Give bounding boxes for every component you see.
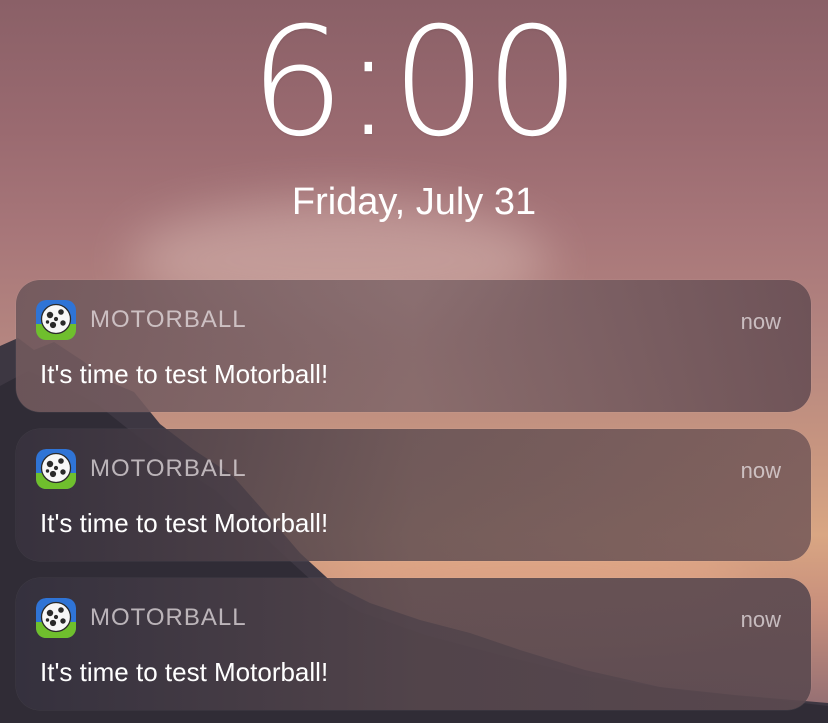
lock-screen-date: Friday, July 31: [291, 181, 537, 223]
notification-header: MOTORBALL now: [36, 449, 781, 489]
motorball-app-icon: [36, 598, 76, 638]
notification-message: It's time to test Motorball!: [40, 359, 329, 389]
notification-card[interactable]: MOTORBALL now It's time to test Motorbal…: [16, 429, 811, 561]
notification-timestamp: now: [740, 309, 781, 334]
notification-message: It's time to test Motorball!: [40, 657, 329, 687]
notification-header: MOTORBALL now: [36, 300, 781, 340]
notification-message: It's time to test Motorball!: [40, 508, 329, 538]
notification-card[interactable]: MOTORBALL now It's time to test Motorbal…: [16, 280, 811, 412]
notification-card[interactable]: MOTORBALL now It's time to test Motorbal…: [16, 578, 811, 710]
notification-app-name: MOTORBALL: [90, 455, 247, 482]
notification-timestamp: now: [740, 458, 781, 483]
motorball-app-icon: [36, 300, 76, 340]
notification-app-name: MOTORBALL: [90, 604, 247, 631]
notification-timestamp: now: [740, 607, 781, 632]
lock-screen-clock: 6:00: [249, 0, 581, 170]
notification-header: MOTORBALL now: [36, 598, 781, 638]
notification-app-name: MOTORBALL: [90, 306, 247, 333]
motorball-app-icon: [36, 449, 76, 489]
